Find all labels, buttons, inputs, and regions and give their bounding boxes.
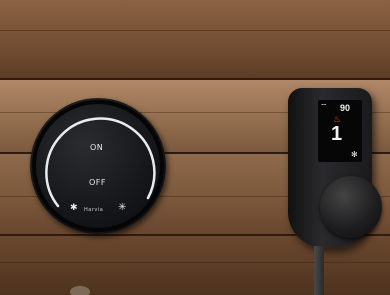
temperature-readout: 90: [340, 103, 351, 113]
sauna-control-dial[interactable]: ON OFF ✱ Harvia ✳: [30, 98, 166, 234]
wood-wall-scene: ON OFF ✱ Harvia ✳ ⌔ 90 ♨ 1 ✻: [0, 0, 390, 295]
dial-ring: [32, 100, 164, 232]
control-knob[interactable]: [320, 176, 382, 238]
wood-grain: [0, 30, 390, 31]
on-button[interactable]: ON: [90, 143, 103, 152]
off-button[interactable]: OFF: [89, 178, 106, 187]
snowflake-icon: ✱: [70, 203, 79, 213]
wood-plank: [0, 0, 390, 78]
wifi-icon: ⌔: [320, 102, 328, 111]
fan-icon: ✻: [351, 150, 358, 159]
power-level-readout: 1: [331, 123, 343, 145]
controller-display: ⌔ 90 ♨ 1 ✻: [318, 100, 362, 162]
power-cable: [314, 246, 324, 295]
wall-plate: [70, 286, 90, 295]
snowflake-icon: ✳: [118, 202, 127, 213]
sauna-controller: ⌔ 90 ♨ 1 ✻: [288, 88, 382, 248]
dial-light-ring: [45, 117, 156, 208]
brand-label: Harvia: [84, 207, 104, 213]
wood-grain: [0, 262, 390, 263]
